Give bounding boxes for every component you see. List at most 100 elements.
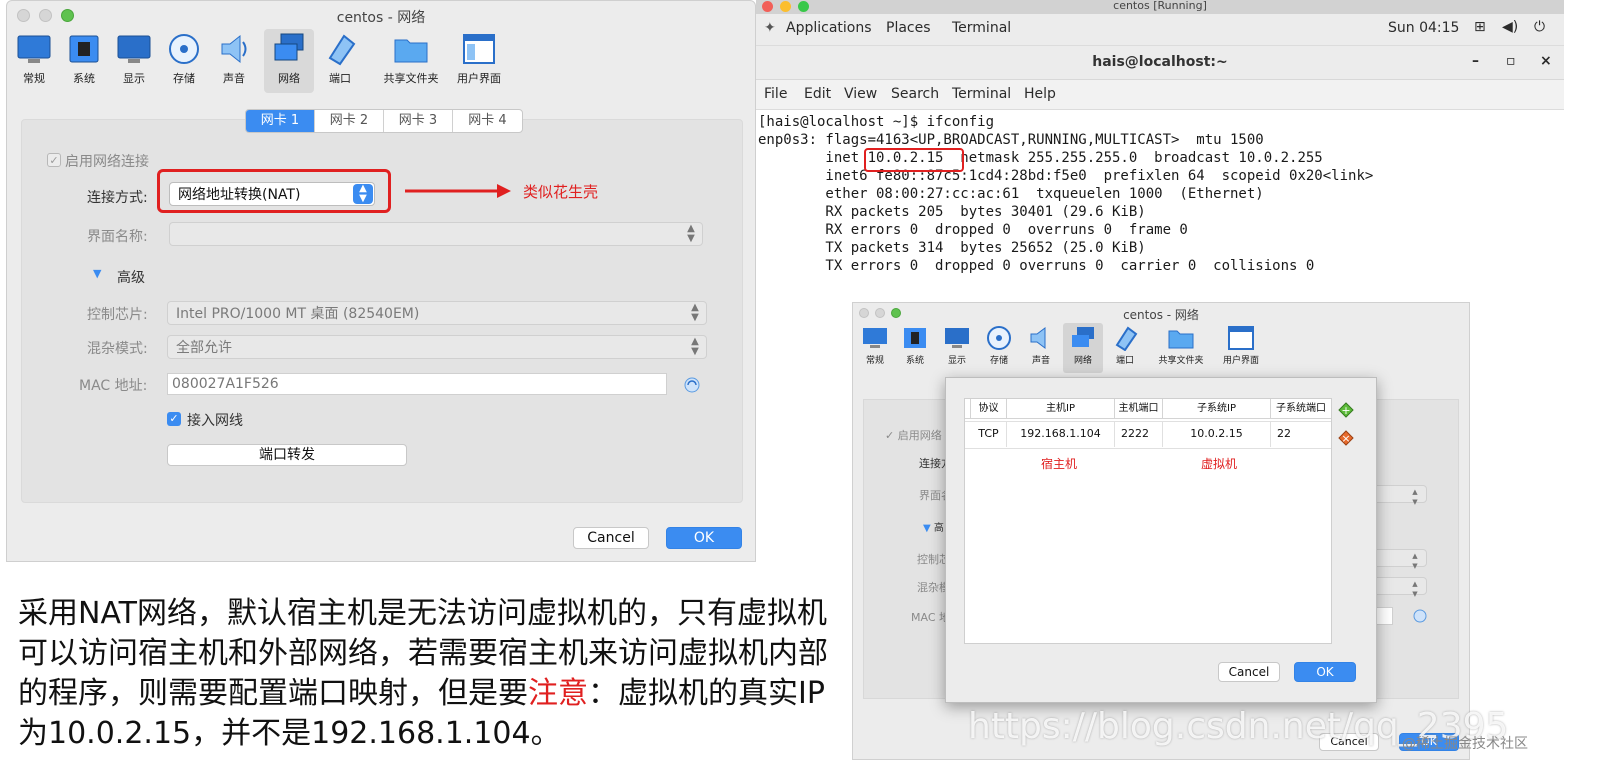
enable-adapter-label: 启用网络连接 (65, 154, 149, 170)
volume-icon[interactable]: ◀) (1502, 19, 1518, 35)
toolbar-general[interactable]: 常规 (855, 323, 895, 373)
ok-button[interactable]: OK (1294, 662, 1356, 682)
close-icon[interactable]: × (1540, 53, 1552, 69)
toolbar-shared-folders[interactable]: 共享文件夹 (1153, 323, 1209, 373)
toolbar-user-interface[interactable]: 用户界面 (451, 29, 507, 93)
terminal-line: inet 10.0.2.15 netmask 255.255.255.0 bro… (758, 150, 1323, 166)
disclosure-triangle-icon[interactable]: ▼ 高 (923, 519, 944, 534)
disclosure-triangle-icon[interactable]: ▼ (93, 267, 101, 280)
tab-adapter-3[interactable]: 网卡 3 (384, 110, 453, 132)
toolbar-ports[interactable]: 端口 (315, 29, 365, 93)
updown-arrow-icon: ▲ ▼ (1412, 488, 1418, 506)
monitor-icon (863, 328, 887, 348)
terminal-line: TX packets 314 bytes 25652 (25.0 KiB) (758, 240, 1146, 256)
cell-host-port[interactable]: 2222 (1115, 421, 1163, 447)
adapter-type-label: 控制芯片: (87, 307, 148, 323)
toolbar-user-interface[interactable]: 用户界面 (1217, 323, 1265, 373)
header-host-port[interactable]: 主机端口 (1115, 399, 1163, 419)
watermark-2: @稀土掘金技术社区 (1402, 736, 1528, 752)
interface-name-select[interactable]: ▲ ▼ (1373, 485, 1427, 506)
menu-view[interactable]: View (844, 86, 877, 102)
terminal-title: hais@localhost:~ (1092, 54, 1228, 70)
enable-adapter-checkbox[interactable]: ✓ (47, 153, 61, 167)
promiscuous-label: 混杂模式: (87, 341, 148, 357)
guest-annotation: 虚拟机 (1201, 457, 1238, 471)
vbox-network-settings-window: centos - 网络 常规 系统 显示 存储 声音 网络 端口 共享文件夹 用… (6, 0, 756, 562)
toolbar-label: 共享文件夹 (383, 72, 439, 85)
toolbar-audio[interactable]: 声音 (1021, 323, 1061, 373)
network-icon (1072, 327, 1094, 347)
toolbar-storage[interactable]: 存储 (159, 29, 209, 93)
port-forwarding-button[interactable]: 端口转发 (167, 444, 407, 466)
gnome-top-bar: ✦ Applications Places Terminal Sun 04:15… (756, 14, 1564, 46)
maximize-icon[interactable]: ▫ (1506, 53, 1516, 69)
applications-menu-icon[interactable]: ✦ (764, 20, 776, 36)
toolbar-label: 常规 (23, 72, 45, 85)
promiscuous-select[interactable]: ▲ ▼ (1373, 577, 1427, 598)
toolbar-system[interactable]: 系统 (59, 29, 109, 93)
adapter-tabs: 网卡 1 网卡 2 网卡 3 网卡 4 (245, 109, 523, 133)
menu-terminal[interactable]: Terminal (952, 86, 1011, 102)
toolbar-ports[interactable]: 端口 (1105, 323, 1145, 373)
promiscuous-select[interactable]: 全部允许 ▲ ▼ (167, 335, 707, 359)
toolbar-storage[interactable]: 存储 (979, 323, 1019, 373)
cancel-button[interactable]: Cancel (573, 527, 649, 549)
toolbar-audio[interactable]: 声音 (209, 29, 259, 93)
clock[interactable]: Sun 04:15 (1388, 20, 1459, 36)
mac-address-field[interactable]: 080027A1F526 (167, 373, 667, 395)
network-status-icon[interactable]: ⊞ (1474, 19, 1486, 35)
serial-port-icon (1115, 326, 1138, 351)
header-guest-port[interactable]: 子系统端口 (1271, 399, 1331, 419)
toolbar-network[interactable]: 网络 (264, 29, 314, 93)
toolbar-display[interactable]: 显示 (109, 29, 159, 93)
toolbar-system[interactable]: 系统 (895, 323, 935, 373)
menu-help[interactable]: Help (1024, 86, 1056, 102)
updown-arrow-icon: ▲ ▼ (1412, 552, 1418, 570)
terminal-line: RX errors 0 dropped 0 overruns 0 frame 0 (758, 222, 1188, 238)
tab-adapter-4[interactable]: 网卡 4 (453, 110, 522, 132)
minimize-icon[interactable]: – (1472, 53, 1479, 69)
adapter-type-select[interactable]: ▲ ▼ (1373, 549, 1427, 570)
header-guest-ip[interactable]: 子系统IP (1163, 399, 1271, 419)
cell-guest-port[interactable]: 22 (1271, 421, 1331, 447)
updown-arrow-icon: ▲ ▼ (687, 223, 695, 244)
chip-icon (904, 328, 926, 348)
toolbar-label: 常规 (865, 356, 884, 366)
cell-host-ip[interactable]: 192.168.1.104 (1007, 421, 1115, 447)
ok-button[interactable]: OK (666, 527, 742, 549)
tab-adapter-1[interactable]: 网卡 1 (246, 110, 315, 132)
port-forwarding-table: 协议 主机IP 主机端口 子系统IP 子系统端口 TCP 192.168.1.1… (964, 398, 1332, 644)
cell-protocol[interactable]: TCP (971, 421, 1007, 447)
interface-name-select[interactable]: ▲ ▼ (169, 222, 703, 246)
terminal-output[interactable]: [hais@localhost ~]$ ifconfig enp0s3: fla… (756, 110, 1564, 298)
toolbar-general[interactable]: 常规 (9, 29, 59, 93)
cancel-button[interactable]: Cancel (1218, 662, 1280, 682)
attached-to-label: 连接方式: (87, 190, 148, 206)
terminal-line: TX errors 0 dropped 0 overruns 0 carrier… (758, 258, 1315, 274)
power-icon[interactable]: ⏻ (1534, 19, 1545, 35)
toolbar-display[interactable]: 显示 (937, 323, 977, 373)
host-annotation: 宿主机 (1041, 457, 1078, 471)
add-rule-icon[interactable]: + (1338, 402, 1354, 418)
port-forwarding-dialog: 协议 主机IP 主机端口 子系统IP 子系统端口 TCP 192.168.1.1… (945, 377, 1377, 703)
toolbar-shared-folders[interactable]: 共享文件夹 (379, 29, 443, 93)
toolbar-label: 声音 (223, 72, 245, 85)
tab-adapter-2[interactable]: 网卡 2 (315, 110, 384, 132)
menu-file[interactable]: File (764, 86, 787, 102)
menu-search[interactable]: Search (891, 86, 939, 102)
places-menu[interactable]: Places (886, 20, 931, 36)
toolbar-network[interactable]: 网络 (1063, 323, 1103, 373)
cable-connected-checkbox[interactable]: ✓ (167, 412, 181, 426)
adapter-type-select[interactable]: Intel PRO/1000 MT 桌面 (82540EM) ▲ ▼ (167, 301, 707, 325)
cell-guest-ip[interactable]: 10.0.2.15 (1163, 421, 1271, 447)
port-forwarding-window: centos - 网络 常规 系统 显示 存储 声音 网络 端口 共享文件夹 用… (852, 302, 1470, 760)
remove-rule-icon[interactable]: × (1338, 430, 1354, 446)
refresh-icon[interactable] (1413, 609, 1427, 623)
menu-edit[interactable]: Edit (804, 86, 831, 102)
header-host-ip[interactable]: 主机IP (1007, 399, 1115, 419)
display-icon (945, 328, 969, 348)
header-protocol[interactable]: 协议 (971, 399, 1007, 419)
terminal-app-menu[interactable]: Terminal (952, 20, 1011, 36)
refresh-icon[interactable] (683, 376, 701, 394)
applications-menu[interactable]: Applications (786, 20, 872, 36)
